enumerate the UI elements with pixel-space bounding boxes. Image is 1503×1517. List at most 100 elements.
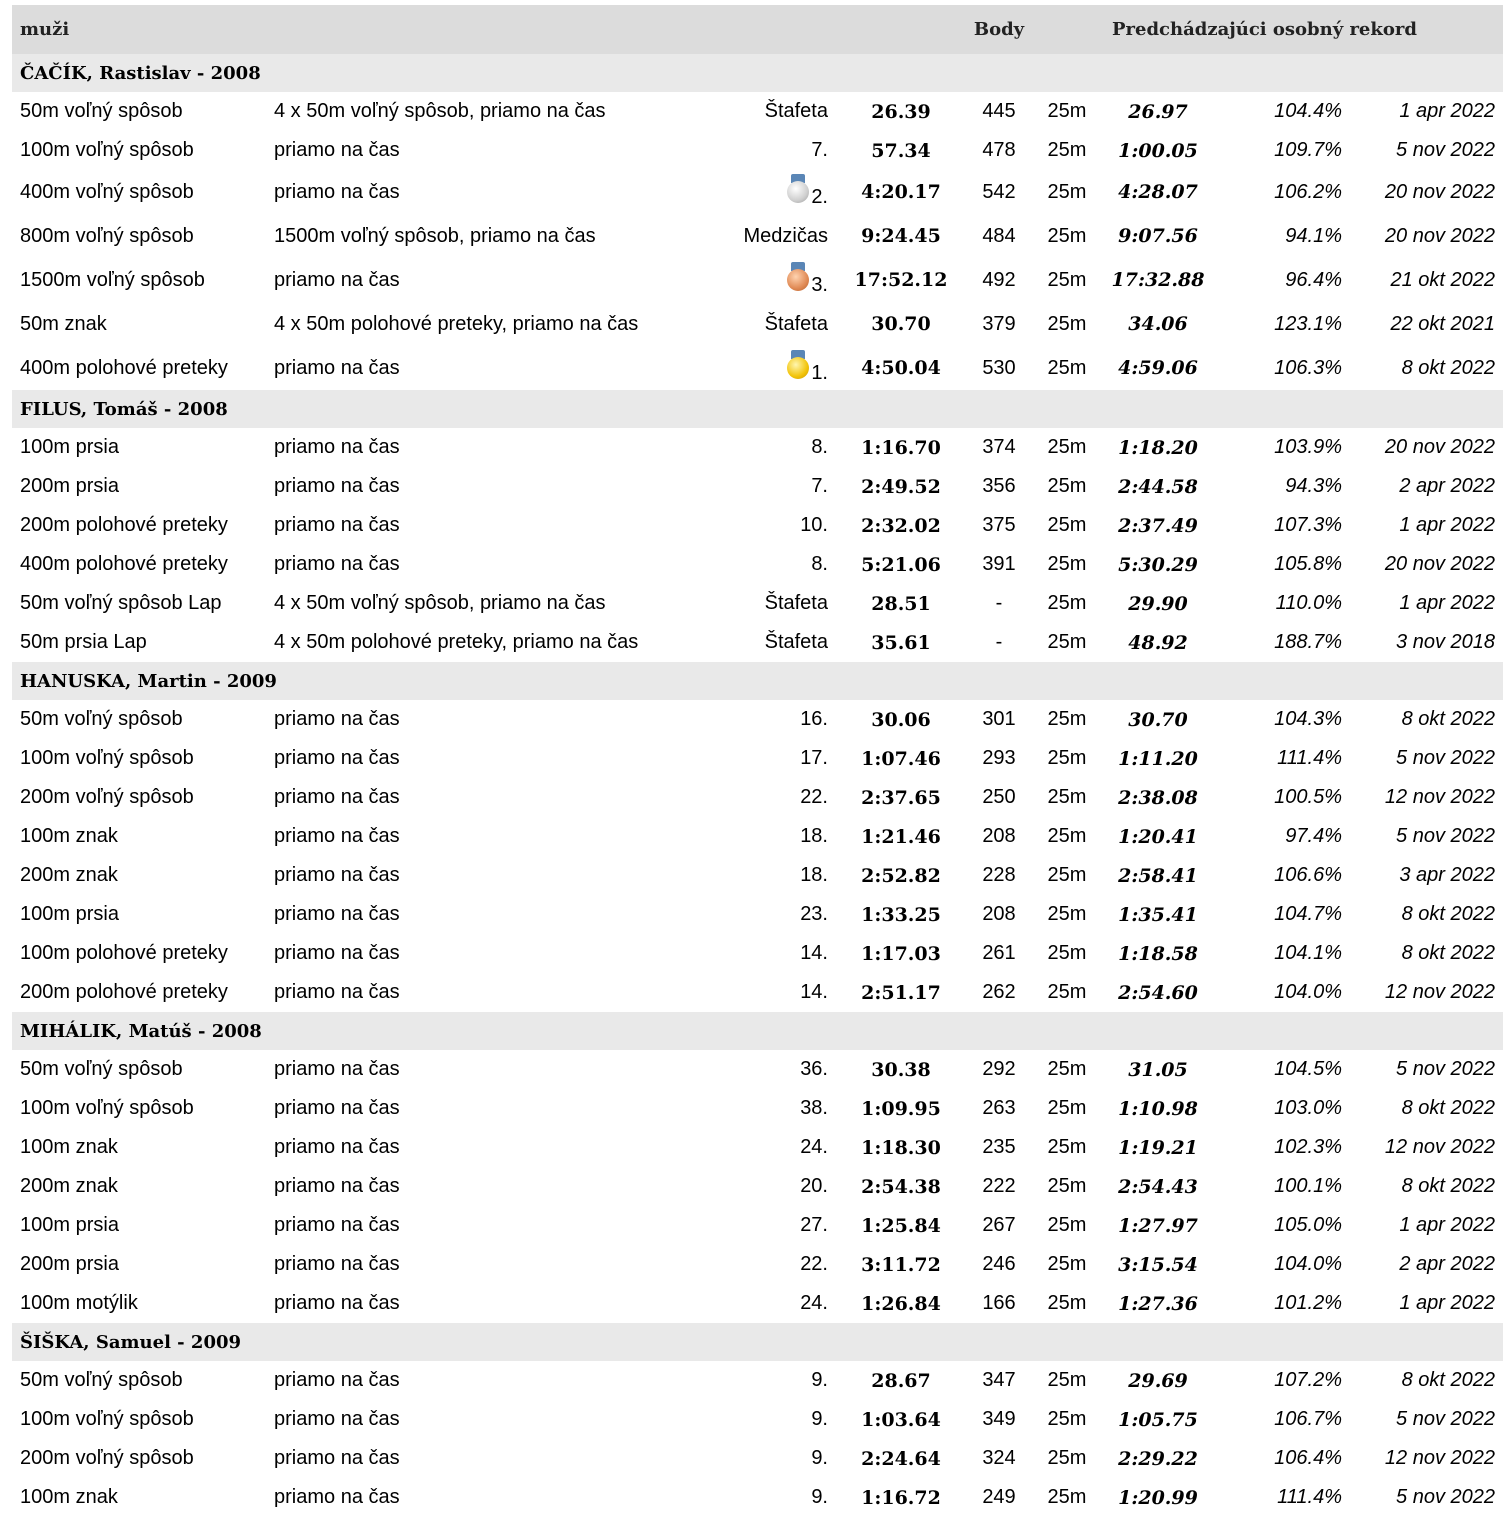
table-row: 200m znak priamo na čas 18. 2:52.82 228 25m 2:… xyxy=(12,856,1503,895)
pool-length: 25m xyxy=(1047,139,1087,161)
points: 478 xyxy=(982,139,1016,161)
points: 301 xyxy=(982,708,1016,730)
pb-date: 12 nov 2022 xyxy=(1384,1136,1496,1158)
pool-length: 25m xyxy=(1047,356,1087,379)
event-name: 50m voľný spôsob Lap xyxy=(20,592,222,614)
pool-length: 25m xyxy=(1047,903,1087,925)
event-name: 200m znak xyxy=(20,1175,118,1197)
table-row: 100m polohové preteky priamo na čas 14. 1:1… xyxy=(12,934,1503,973)
event-name: 200m prsia xyxy=(20,1253,119,1275)
pb-percentage: 188.7% xyxy=(1274,631,1342,653)
race-type: priamo na čas xyxy=(274,1369,400,1391)
pool-length: 25m xyxy=(1047,312,1087,335)
points: 375 xyxy=(982,514,1016,536)
pool-length: 25m xyxy=(1047,1058,1087,1080)
pool-length: 25m xyxy=(1047,1408,1087,1430)
pb-percentage: 97.4% xyxy=(1285,825,1342,847)
event-name: 1500m voľný spôsob xyxy=(20,268,205,291)
race-type: 4 x 50m polohové preteky, priamo na čas xyxy=(274,631,639,653)
result-time: 2:54.38 xyxy=(861,1175,941,1198)
place: 9. xyxy=(811,1486,828,1508)
pb-date: 1 apr 2022 xyxy=(1399,100,1496,122)
points: 349 xyxy=(982,1408,1016,1430)
points: 246 xyxy=(982,1253,1016,1275)
pb-date: 8 okt 2022 xyxy=(1401,708,1496,730)
pb-percentage: 106.4% xyxy=(1274,1447,1342,1469)
points: 391 xyxy=(982,553,1016,575)
points: 379 xyxy=(982,312,1016,335)
place: Štafeta xyxy=(764,592,828,614)
pool-length: 25m xyxy=(1047,825,1087,847)
pb-percentage: 101.2% xyxy=(1274,1292,1342,1314)
pool-length: 25m xyxy=(1047,1486,1087,1508)
race-type: priamo na čas xyxy=(274,475,400,497)
pb-date: 8 okt 2022 xyxy=(1401,1369,1496,1391)
event-name: 200m voľný spôsob xyxy=(20,786,194,808)
pool-length: 25m xyxy=(1047,1253,1087,1275)
points: 263 xyxy=(982,1097,1016,1119)
athlete-name: FILUS, Tomáš - 2008 xyxy=(12,390,1503,428)
race-type: priamo na čas xyxy=(274,825,400,847)
result-time: 1:03.64 xyxy=(861,1408,941,1431)
points: 292 xyxy=(982,1058,1016,1080)
pb-percentage: 100.5% xyxy=(1274,786,1342,808)
event-name: 100m voľný spôsob xyxy=(20,1097,194,1119)
place: 10. xyxy=(800,514,828,536)
athlete-name: MIHÁLIK, Matúš - 2008 xyxy=(12,1012,1503,1050)
place: 7. xyxy=(811,475,828,497)
place: 2. xyxy=(724,170,838,214)
place: 18. xyxy=(800,825,828,847)
previous-pb-time: 30.70 xyxy=(1128,708,1188,731)
place: 27. xyxy=(800,1214,828,1236)
pb-percentage: 104.1% xyxy=(1274,942,1342,964)
place: 22. xyxy=(800,1253,828,1275)
event-name: 200m polohové preteky xyxy=(20,514,228,536)
table-row: 100m voľný spôsob priamo na čas 17. 1:07.46… xyxy=(12,739,1503,778)
result-time: 28.67 xyxy=(871,1369,931,1392)
event-name: 100m voľný spôsob xyxy=(20,747,194,769)
place: 24. xyxy=(800,1136,828,1158)
previous-pb-time: 2:44.58 xyxy=(1118,475,1198,498)
race-type: priamo na čas xyxy=(274,436,400,458)
place: 8. xyxy=(811,553,828,575)
pb-date: 8 okt 2022 xyxy=(1401,1097,1496,1119)
pb-date: 3 nov 2018 xyxy=(1396,631,1496,653)
result-time: 1:16.72 xyxy=(861,1486,941,1509)
table-row: 50m voľný spôsob Lap 4 x 50m voľný spôsob… xyxy=(12,584,1503,623)
place: 24. xyxy=(800,1292,828,1314)
event-name: 50m voľný spôsob xyxy=(20,1058,183,1080)
table-header: muži Body Predchádzajúci osobný rekord xyxy=(12,5,1503,54)
place-rank: 1. xyxy=(811,362,828,385)
pb-date: 5 nov 2022 xyxy=(1396,747,1496,769)
pb-percentage: 104.0% xyxy=(1274,981,1342,1003)
previous-pb-time: 31.05 xyxy=(1128,1058,1188,1081)
table-row: 200m polohové preteky priamo na čas 10. 2:3… xyxy=(12,506,1503,545)
previous-pb-time: 4:59.06 xyxy=(1118,357,1198,379)
place: 9. xyxy=(811,1408,828,1430)
result-time: 26.39 xyxy=(871,100,931,123)
place: Štafeta xyxy=(764,100,828,122)
previous-pb-time: 29.90 xyxy=(1128,592,1188,615)
pb-date: 2 apr 2022 xyxy=(1399,475,1496,497)
pb-percentage: 109.7% xyxy=(1274,139,1342,161)
table-row: 50m prsia Lap 4 x 50m polohové preteky, p… xyxy=(12,623,1503,662)
points: 267 xyxy=(982,1214,1016,1236)
place: 23. xyxy=(800,903,828,925)
place: 18. xyxy=(800,864,828,886)
table-row: 50m voľný spôsob priamo na čas 36. 30.38 292… xyxy=(12,1050,1503,1089)
place: 7. xyxy=(811,139,828,161)
previous-pb-time: 2:54.43 xyxy=(1118,1175,1198,1198)
race-type: 1500m voľný spôsob, priamo na čas xyxy=(274,224,596,247)
result-time: 2:32.02 xyxy=(861,514,941,537)
table-row: 200m polohové preteky priamo na čas 14. 2:5… xyxy=(12,973,1503,1012)
result-time: 30.38 xyxy=(871,1058,931,1081)
athlete-header: FILUS, Tomáš - 2008 xyxy=(12,390,1503,428)
pb-date: 20 nov 2022 xyxy=(1384,553,1496,575)
event-name: 50m znak xyxy=(20,312,107,335)
pb-percentage: 123.1% xyxy=(1274,312,1342,335)
place: 14. xyxy=(800,981,828,1003)
pb-date: 1 apr 2022 xyxy=(1399,1214,1496,1236)
previous-pb-time: 2:58.41 xyxy=(1118,864,1198,887)
pool-length: 25m xyxy=(1047,180,1087,203)
athlete-header: HANUSKA, Martin - 2009 xyxy=(12,662,1503,700)
